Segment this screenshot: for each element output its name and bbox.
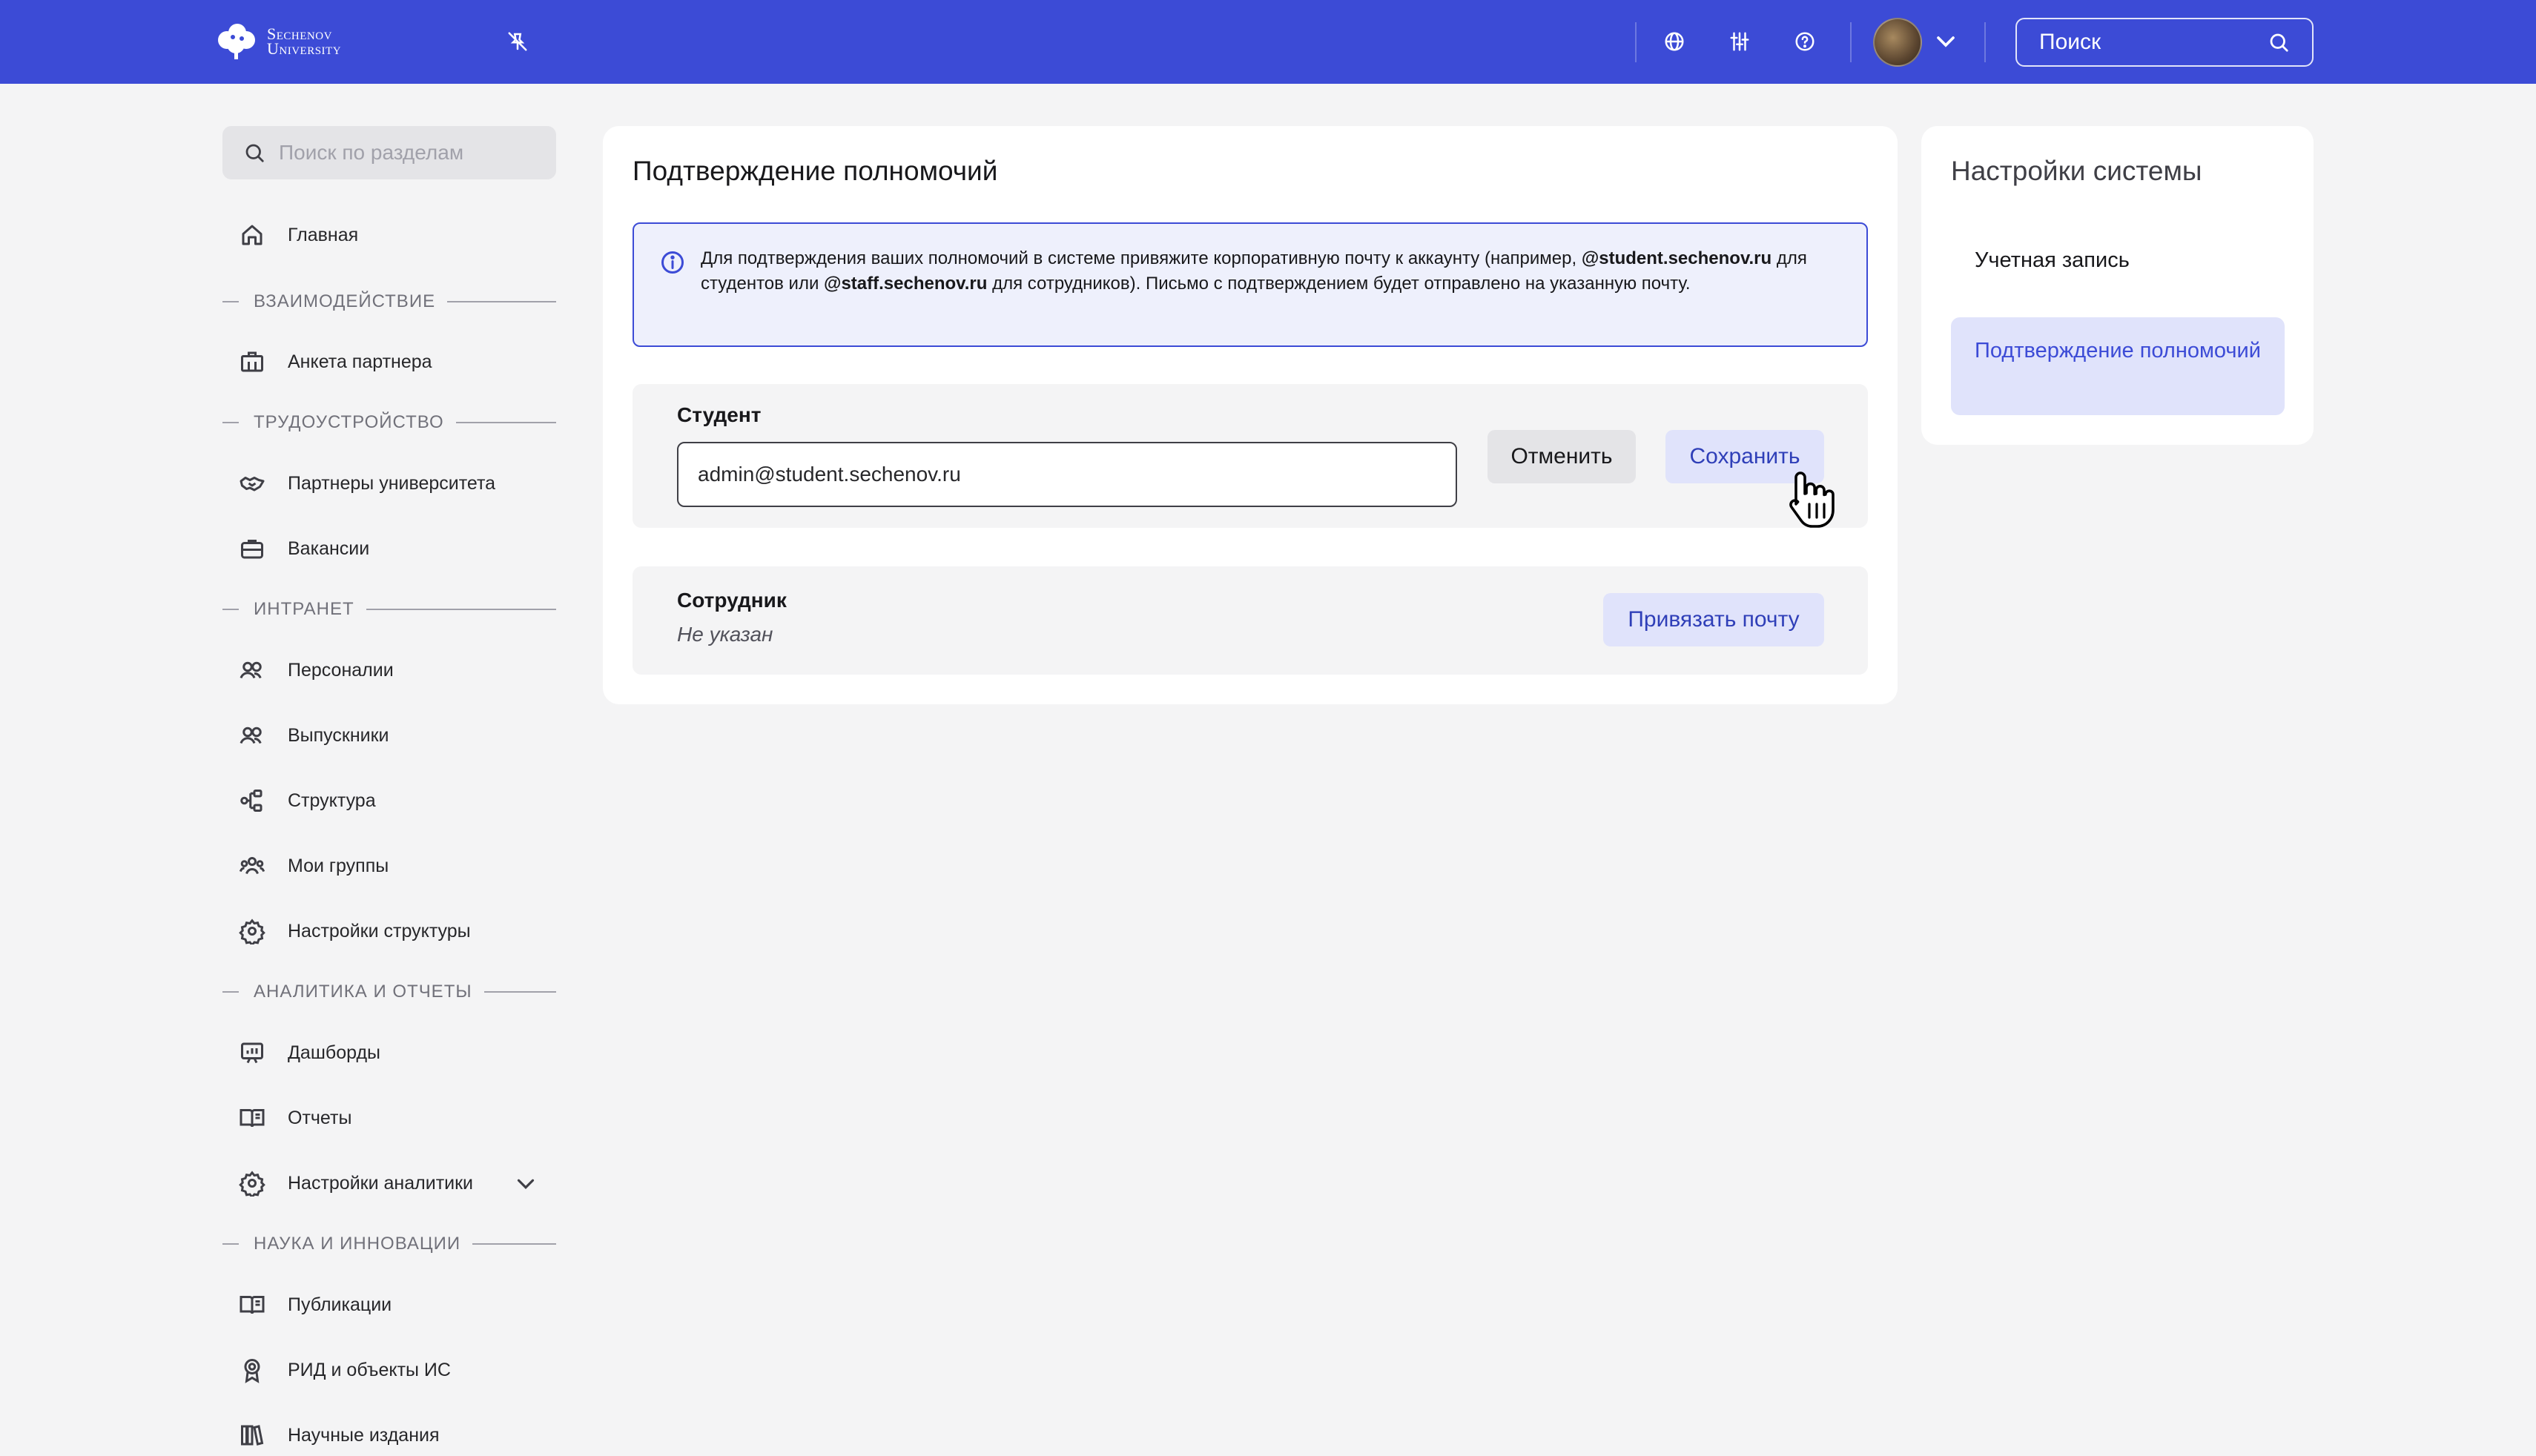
unpin-icon[interactable] xyxy=(500,24,535,59)
sidebar-item-label: Публикации xyxy=(288,1294,392,1315)
sidebar-item-vacancies[interactable]: Вакансии xyxy=(239,531,369,566)
award-icon xyxy=(244,1359,260,1383)
logo-tree-icon xyxy=(218,24,255,59)
sidebar-item-alumni[interactable]: Выпускники xyxy=(239,718,389,753)
sidebar-section-header: ТРУДОУСТРОЙСТВО xyxy=(222,411,556,434)
global-search-label: Поиск xyxy=(2039,30,2101,54)
employee-email-block: Сотрудник Не указан Привязать почту xyxy=(633,566,1868,675)
cancel-button[interactable]: Отменить xyxy=(1487,430,1636,483)
sidebar-section-header: НАУКА И ИННОВАЦИИ xyxy=(222,1233,556,1255)
sidebar-item-label: Отчеты xyxy=(288,1107,352,1128)
top-header: Sechenov University Поиск xyxy=(0,0,2536,84)
sidebar-search-placeholder: Поиск по разделам xyxy=(279,141,464,164)
info-text-part1: Для подтверждения ваших полномочий в сис… xyxy=(701,248,1577,268)
sidebar-item-analytics-settings[interactable]: Настройки аналитики xyxy=(239,1165,473,1201)
sidebar-item-dashboards[interactable]: Дашборды xyxy=(239,1035,380,1071)
university-logo[interactable]: Sechenov University xyxy=(214,22,341,61)
system-settings-panel: Настройки системы Учетная запись Подтвер… xyxy=(1921,126,2314,445)
header-divider xyxy=(1850,22,1852,62)
sidebar-item-university-partners[interactable]: Партнеры университета xyxy=(239,466,495,501)
settings-item-account[interactable]: Учетная запись xyxy=(1951,245,2285,276)
info-text: Для подтверждения ваших полномочий в сис… xyxy=(701,246,1858,297)
settings-panel-title: Настройки системы xyxy=(1951,156,2202,186)
sidebar-item-label: Настройки аналитики xyxy=(288,1172,474,1194)
sidebar-section-label: НАУКА И ИННОВАЦИИ xyxy=(254,1234,461,1254)
sidebar-item-structure-settings[interactable]: Настройки структуры xyxy=(239,913,471,949)
globe-icon[interactable] xyxy=(1657,24,1692,59)
sidebar-search-input[interactable]: Поиск по разделам xyxy=(222,126,556,179)
info-text-part3: для сотрудников). Письмо с подтверждение… xyxy=(992,274,1691,294)
sidebar-item-scientific-editions[interactable]: Научные издания xyxy=(239,1417,440,1453)
header-divider xyxy=(1635,22,1637,62)
sidebar-section-header: ИНТРАНЕТ xyxy=(222,598,556,621)
sidebar-item-personalities[interactable]: Персоналии xyxy=(239,652,394,688)
report-icon xyxy=(240,1109,265,1128)
student-email-input[interactable]: admin@student.sechenov.ru xyxy=(677,442,1457,507)
sidebar-item-label: Дашборды xyxy=(288,1042,380,1063)
group-icon xyxy=(239,857,265,875)
global-search-input[interactable]: Поиск xyxy=(2015,18,2314,67)
bind-email-button[interactable]: Привязать почту xyxy=(1603,593,1824,646)
sidebar-item-my-groups[interactable]: Мои группы xyxy=(239,848,389,884)
info-domain-staff: @staff.sechenov.ru xyxy=(824,274,988,294)
info-alert: Для подтверждения ваших полномочий в сис… xyxy=(633,222,1868,347)
gear-icon xyxy=(239,919,265,944)
settings-item-authority-confirmation[interactable]: Подтверждение полномочий xyxy=(1951,317,2285,415)
sidebar-section-label: АНАЛИТИКА И ОТЧЕТЫ xyxy=(254,982,472,1002)
sidebar-item-label: Структура xyxy=(288,790,376,811)
employee-status: Не указан xyxy=(677,623,773,646)
sidebar-item-partner-form[interactable]: Анкета партнера xyxy=(239,344,432,380)
header-divider xyxy=(1984,22,1986,62)
sidebar-item-label: Главная xyxy=(288,224,359,245)
info-domain-student: @student.sechenov.ru xyxy=(1581,248,1772,268)
sidebar-section-header: АНАЛИТИКА И ОТЧЕТЫ xyxy=(222,981,556,1003)
sidebar-item-label: Партнеры университета xyxy=(288,472,496,494)
users-icon xyxy=(240,727,262,744)
sidebar-item-label: Настройки структуры xyxy=(288,920,471,942)
sidebar-item-label: Мои группы xyxy=(288,855,389,876)
sliders-icon[interactable] xyxy=(1722,24,1757,59)
briefcase-icon xyxy=(241,540,263,559)
logo-line-2: University xyxy=(267,39,342,58)
chevron-down-icon[interactable] xyxy=(512,1170,540,1198)
library-icon xyxy=(241,1425,264,1446)
help-icon[interactable] xyxy=(1787,24,1823,59)
sidebar-item-home[interactable]: Главная xyxy=(239,217,358,253)
gear-icon xyxy=(239,1171,265,1197)
sidebar-item-label: Анкета партнера xyxy=(288,351,432,372)
dashboard-icon xyxy=(241,1042,263,1064)
sidebar-section-label: ТРУДОУСТРОЙСТВО xyxy=(254,412,444,432)
search-icon xyxy=(245,144,264,162)
sidebar-section-label: ИНТРАНЕТ xyxy=(254,599,354,619)
hand-cursor-icon xyxy=(1789,471,1835,528)
building-icon xyxy=(241,351,263,372)
chevron-down-icon[interactable] xyxy=(1931,27,1961,56)
structure-icon xyxy=(240,790,262,812)
info-icon xyxy=(661,251,684,274)
search-icon[interactable] xyxy=(2268,31,2290,53)
sidebar-item-label: РИД и объекты ИС xyxy=(288,1359,451,1380)
sidebar-item-rid[interactable]: РИД и объекты ИС xyxy=(239,1352,451,1388)
user-avatar[interactable] xyxy=(1873,18,1922,67)
page-title: Подтверждение полномочий xyxy=(633,156,998,186)
employee-title: Сотрудник xyxy=(677,589,787,612)
sidebar-section-label: ВЗАИМОДЕЙСТВИЕ xyxy=(254,291,436,311)
authority-confirmation-card: Подтверждение полномочий Для подтвержден… xyxy=(603,126,1898,704)
sidebar-item-publications[interactable]: Публикации xyxy=(239,1287,392,1323)
sidebar-item-label: Научные издания xyxy=(288,1424,440,1446)
student-email-block: Студент admin@student.sechenov.ru Отмени… xyxy=(633,384,1868,528)
sidebar-item-label: Выпускники xyxy=(288,724,389,746)
book-icon xyxy=(240,1296,265,1314)
sidebar-item-label: Вакансии xyxy=(288,537,370,559)
users-icon xyxy=(240,661,262,679)
home-icon xyxy=(242,225,262,245)
sidebar-item-label: Персоналии xyxy=(288,659,394,681)
sidebar-item-structure[interactable]: Структура xyxy=(239,783,376,818)
sidebar-item-reports[interactable]: Отчеты xyxy=(239,1100,351,1136)
student-title: Студент xyxy=(677,403,762,426)
sidebar-section-header: ВЗАИМОДЕЙСТВИЕ xyxy=(222,291,556,313)
handshake-icon xyxy=(240,477,265,492)
